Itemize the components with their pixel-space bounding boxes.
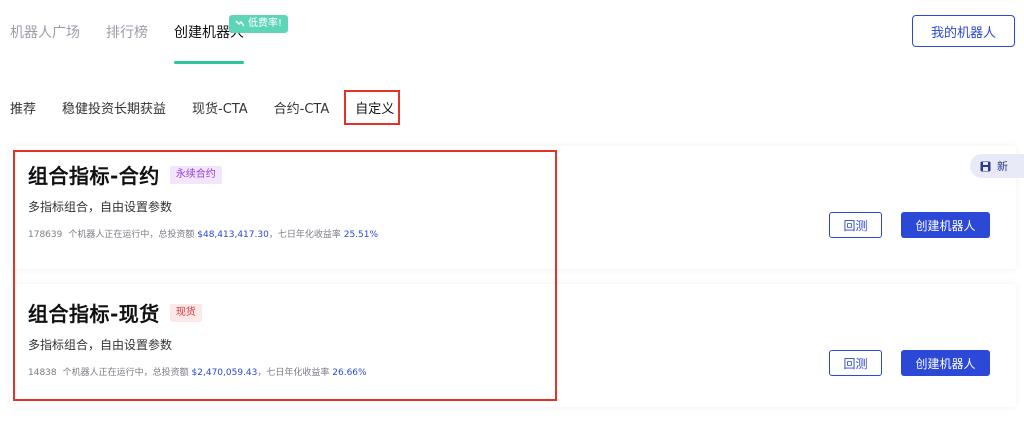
tab-robot-plaza[interactable]: 机器人广场 bbox=[10, 22, 80, 42]
custom-tab-highlight-box bbox=[344, 90, 400, 125]
active-tab-underline bbox=[174, 61, 244, 64]
backtest-button[interactable]: 回测 bbox=[829, 350, 882, 376]
trend-down-icon bbox=[235, 20, 245, 27]
backtest-button[interactable]: 回测 bbox=[829, 212, 882, 238]
new-feature-badge[interactable]: 新 bbox=[970, 154, 1024, 178]
page: 机器人广场 排行榜 创建机器人 低费率! 我的机器人 推荐 稳健投资长期获益 现… bbox=[0, 0, 1024, 421]
tab-leaderboard[interactable]: 排行榜 bbox=[106, 22, 148, 42]
create-robot-button[interactable]: 创建机器人 bbox=[901, 350, 990, 376]
cards-highlight-box bbox=[13, 150, 557, 401]
save-icon bbox=[980, 161, 991, 171]
new-label: 新 bbox=[997, 160, 1008, 173]
category-tab-contract-cta[interactable]: 合约-CTA bbox=[274, 98, 330, 117]
my-robots-button[interactable]: 我的机器人 bbox=[912, 15, 1015, 47]
low-fee-text: 低费率! bbox=[248, 18, 283, 29]
category-tab-recommended[interactable]: 推荐 bbox=[10, 98, 36, 117]
category-tab-spot-cta[interactable]: 现货-CTA bbox=[192, 98, 248, 117]
create-robot-button[interactable]: 创建机器人 bbox=[901, 212, 990, 238]
category-tab-steady[interactable]: 稳健投资长期获益 bbox=[62, 98, 166, 117]
low-fee-badge: 低费率! bbox=[229, 15, 289, 33]
